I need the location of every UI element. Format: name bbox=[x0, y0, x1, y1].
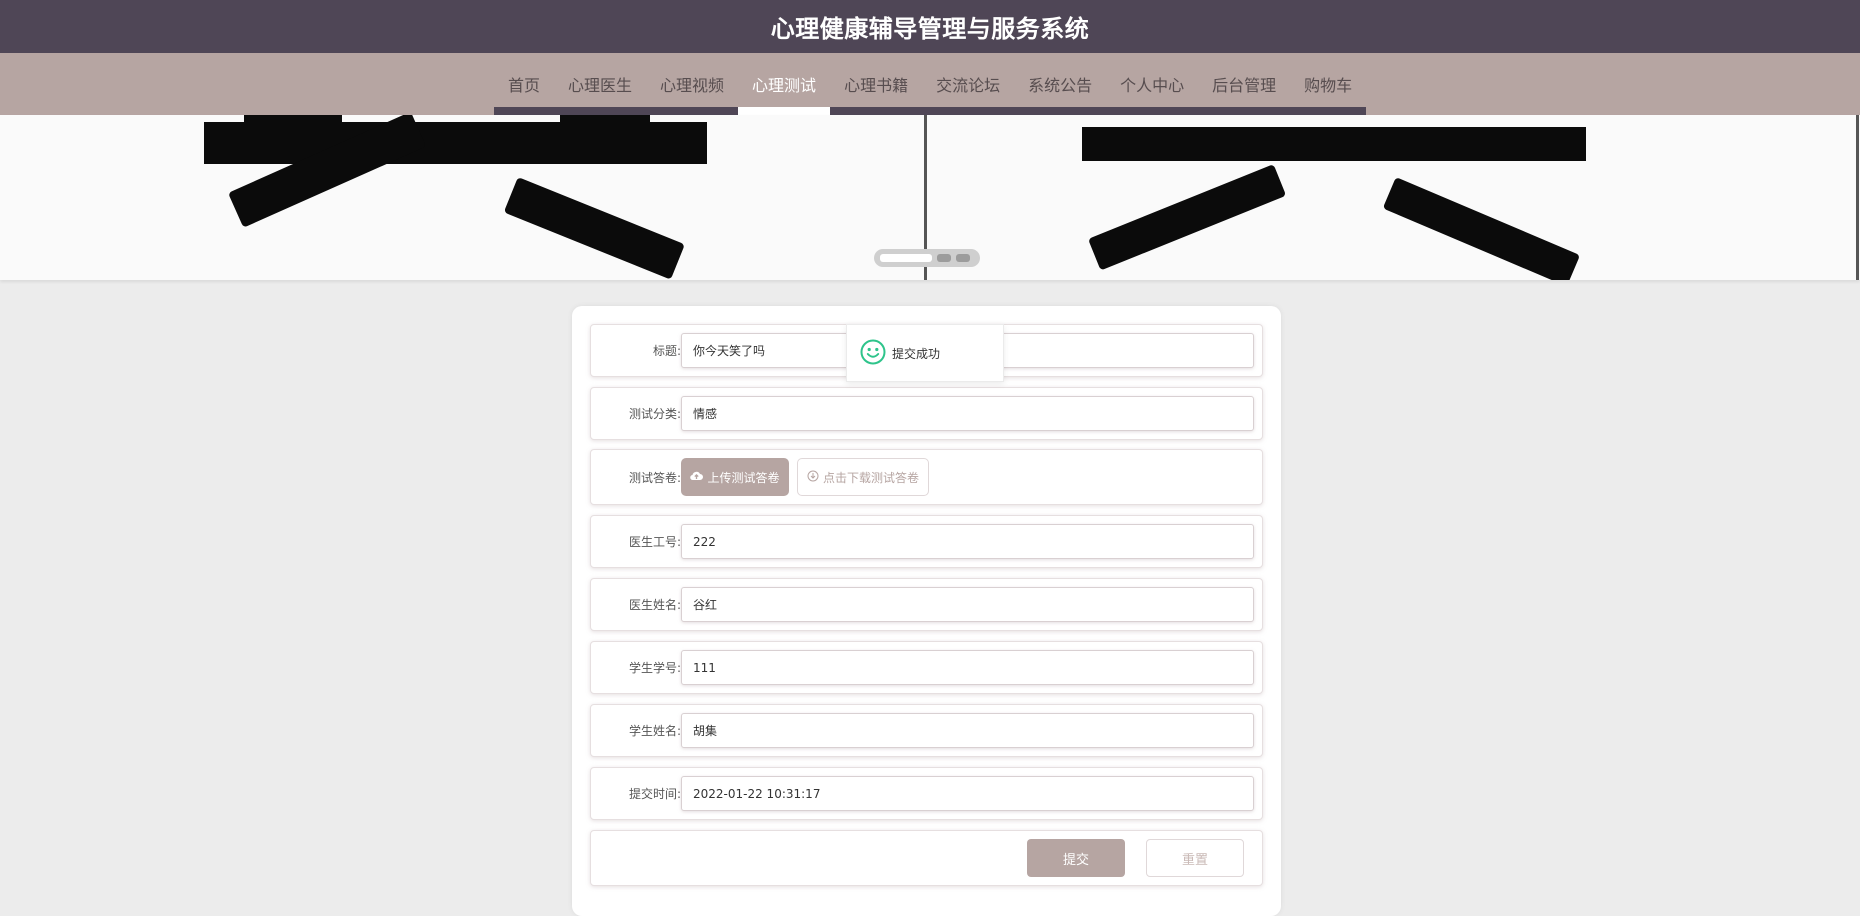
form-row-answer-sheet: 测试答卷: 上传测试答卷 点击下载测试答卷 bbox=[590, 449, 1263, 505]
nav-item-books[interactable]: 心理书籍 bbox=[830, 53, 923, 115]
doctor-id-label: 医生工号: bbox=[628, 535, 681, 549]
student-id-input[interactable]: 111 bbox=[681, 650, 1254, 685]
nav-item-announcements[interactable]: 系统公告 bbox=[1014, 53, 1107, 115]
form-row-submit-time: 提交时间: 2022-01-22 10:31:17 bbox=[590, 767, 1263, 820]
nav-item-tests[interactable]: 心理测试 bbox=[738, 53, 831, 115]
app-header: 心理健康辅导管理与服务系统 bbox=[0, 0, 1860, 53]
doctor-name-input[interactable]: 谷红 bbox=[681, 587, 1254, 622]
form-row-doctor-id: 医生工号: 222 bbox=[590, 515, 1263, 568]
download-answer-label: 点击下载测试答卷 bbox=[822, 470, 919, 485]
student-id-label: 学生学号: bbox=[628, 661, 681, 675]
download-icon bbox=[807, 470, 819, 485]
banner-glyph-stroke bbox=[1082, 127, 1586, 161]
carousel-dot[interactable] bbox=[956, 254, 970, 262]
category-label: 测试分类: bbox=[628, 407, 681, 421]
toast-message: 提交成功 bbox=[892, 346, 941, 361]
answer-sheet-label: 测试答卷: bbox=[628, 470, 681, 485]
banner-glyph-stroke bbox=[204, 122, 707, 164]
success-toast: 提交成功 bbox=[846, 324, 1004, 382]
upload-answer-label: 上传测试答卷 bbox=[707, 470, 780, 485]
test-submission-form: 标题: 你今天笑了吗 测试分类: 情感 测试答卷: 上传测试答卷 点击下载测试答… bbox=[572, 306, 1281, 916]
submit-button[interactable]: 提交 bbox=[1027, 839, 1125, 877]
slide-divider bbox=[1856, 115, 1859, 280]
cloud-upload-icon bbox=[690, 470, 704, 484]
carousel-dot[interactable] bbox=[937, 254, 951, 262]
form-row-category: 测试分类: 情感 bbox=[590, 387, 1263, 440]
carousel-dot-active[interactable] bbox=[880, 254, 932, 262]
app-title: 心理健康辅导管理与服务系统 bbox=[770, 15, 1090, 43]
title-label: 标题: bbox=[652, 344, 681, 358]
smile-icon bbox=[860, 339, 886, 368]
main-nav: 首页 心理医生 心理视频 心理测试 心理书籍 交流论坛 系统公告 个人中心 后台… bbox=[0, 53, 1860, 115]
form-row-doctor-name: 医生姓名: 谷红 bbox=[590, 578, 1263, 631]
doctor-id-input[interactable]: 222 bbox=[681, 524, 1254, 559]
banner-glyph-stroke bbox=[560, 115, 650, 127]
nav-items: 首页 心理医生 心理视频 心理测试 心理书籍 交流论坛 系统公告 个人中心 后台… bbox=[494, 53, 1367, 115]
submit-time-label: 提交时间: bbox=[628, 787, 681, 801]
carousel-indicators bbox=[874, 249, 980, 267]
student-name-input[interactable]: 胡集 bbox=[681, 713, 1254, 748]
reset-button[interactable]: 重置 bbox=[1146, 839, 1244, 877]
banner-glyph-stroke bbox=[244, 115, 342, 127]
banner-glyph-stroke bbox=[503, 177, 685, 280]
nav-item-profile[interactable]: 个人中心 bbox=[1106, 53, 1199, 115]
nav-item-home[interactable]: 首页 bbox=[494, 53, 555, 115]
nav-item-doctors[interactable]: 心理医生 bbox=[554, 53, 647, 115]
banner-glyph-stroke bbox=[1382, 177, 1581, 280]
submit-time-input[interactable]: 2022-01-22 10:31:17 bbox=[681, 776, 1254, 811]
doctor-name-label: 医生姓名: bbox=[628, 598, 681, 612]
form-row-actions: 提交 重置 bbox=[590, 830, 1263, 886]
student-name-label: 学生姓名: bbox=[628, 724, 681, 738]
nav-item-videos[interactable]: 心理视频 bbox=[646, 53, 739, 115]
nav-item-admin[interactable]: 后台管理 bbox=[1198, 53, 1291, 115]
form-row-student-name: 学生姓名: 胡集 bbox=[590, 704, 1263, 757]
download-answer-button[interactable]: 点击下载测试答卷 bbox=[797, 458, 929, 496]
category-input[interactable]: 情感 bbox=[681, 396, 1254, 431]
nav-item-cart[interactable]: 购物车 bbox=[1290, 53, 1367, 115]
banner-glyph-stroke bbox=[1088, 164, 1287, 271]
nav-item-forum[interactable]: 交流论坛 bbox=[922, 53, 1015, 115]
form-row-student-id: 学生学号: 111 bbox=[590, 641, 1263, 694]
upload-answer-button[interactable]: 上传测试答卷 bbox=[681, 458, 789, 496]
